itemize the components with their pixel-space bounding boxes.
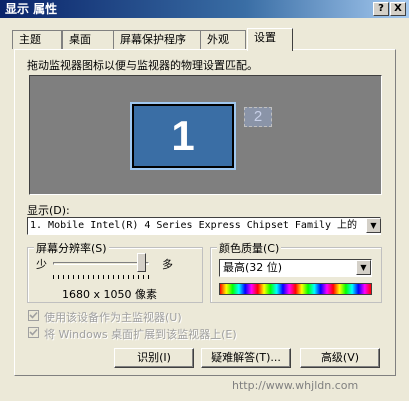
display-select-value: 1. Mobile Intel(R) 4 Series Express Chip…	[30, 220, 358, 231]
display-select[interactable]: 1. Mobile Intel(R) 4 Series Express Chip…	[27, 217, 381, 235]
help-button[interactable]: ?	[373, 2, 389, 16]
check-icon	[29, 311, 38, 319]
tab-settings[interactable]: 设置	[247, 28, 293, 51]
resolution-title: 屏幕分辨率(S)	[34, 240, 109, 256]
resolution-less-label: 少	[36, 258, 47, 271]
tab-desktop[interactable]: 桌面	[62, 30, 114, 49]
identify-button[interactable]: 识别(I)	[114, 348, 194, 368]
resolution-slider-thumb[interactable]	[137, 253, 146, 272]
tab-screensaver[interactable]: 屏幕保护程序	[113, 30, 201, 49]
primary-monitor-checkbox[interactable]	[28, 310, 39, 321]
chevron-down-icon[interactable]: ▼	[366, 218, 381, 233]
tab-appearance[interactable]: 外观	[200, 30, 246, 49]
color-quality-value: 最高(32 位)	[223, 261, 283, 274]
window-title: 显示 属性	[5, 2, 58, 16]
monitor-1-label: 1	[134, 106, 232, 166]
display-label: 显示(D):	[27, 204, 70, 217]
resolution-slider-track[interactable]	[53, 262, 149, 265]
monitor-2-icon[interactable]: 2	[244, 107, 272, 127]
primary-monitor-label: 使用该设备作为主监视器(U)	[44, 311, 182, 324]
color-spectrum-bar	[219, 283, 372, 295]
tab-theme[interactable]: 主题	[12, 30, 62, 49]
color-quality-select[interactable]: 最高(32 位)	[219, 259, 372, 277]
instruction-text: 拖动监视器图标以便与监视器的物理设置匹配。	[27, 59, 258, 72]
monitor-1-icon[interactable]: 1	[130, 102, 236, 170]
chevron-down-icon[interactable]: ▼	[356, 260, 371, 275]
watermark-url: http://www.whjldn.com	[232, 379, 359, 392]
resolution-slider-ticks	[53, 275, 149, 279]
check-icon	[29, 328, 38, 336]
extend-desktop-checkbox[interactable]	[28, 327, 39, 338]
color-quality-title: 颜色质量(C)	[217, 240, 282, 256]
title-bar: 显示 属性	[0, 0, 409, 18]
resolution-more-label: 多	[162, 258, 173, 271]
resolution-value: 1680 x 1050 像素	[62, 288, 157, 301]
extend-desktop-label: 将 Windows 桌面扩展到该监视器上(E)	[44, 328, 237, 341]
close-button[interactable]: X	[390, 2, 406, 16]
advanced-button[interactable]: 高级(V)	[300, 348, 380, 368]
troubleshoot-button[interactable]: 疑难解答(T)...	[201, 348, 291, 368]
